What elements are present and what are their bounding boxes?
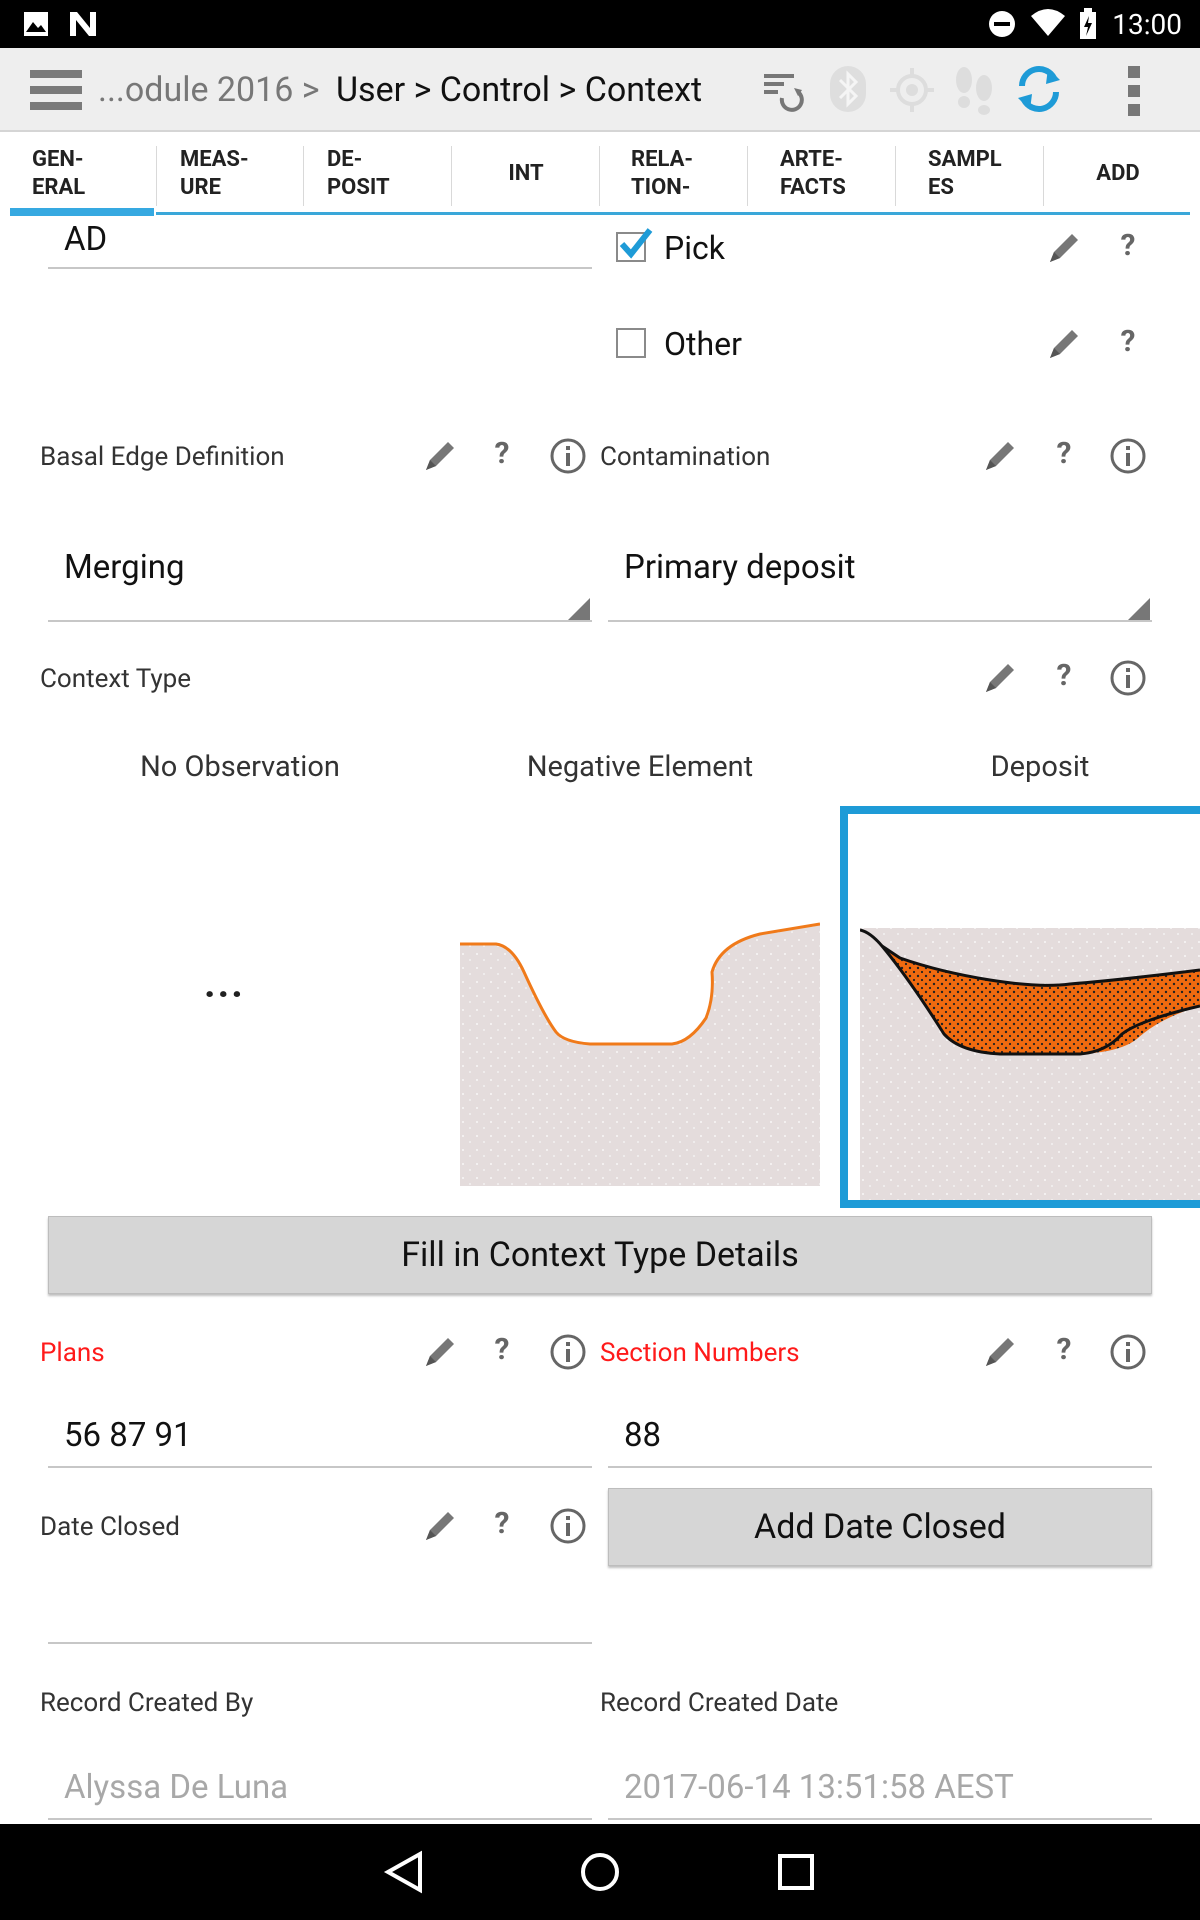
section-numbers-label: Section Numbers bbox=[600, 1338, 800, 1368]
status-bar: 13:00 bbox=[0, 0, 1200, 48]
tab-measure[interactable]: MEAS- URE bbox=[158, 132, 306, 216]
edit-pencil-icon[interactable] bbox=[980, 658, 1020, 698]
fill-context-details-button[interactable]: Fill in Context Type Details bbox=[48, 1216, 1152, 1294]
pick-checkbox[interactable] bbox=[616, 228, 653, 262]
section-numbers-value: 88 bbox=[624, 1416, 662, 1455]
edit-pencil-icon[interactable] bbox=[420, 1332, 460, 1372]
edit-pencil-icon[interactable] bbox=[420, 436, 460, 476]
clock: 13:00 bbox=[1112, 8, 1182, 41]
record-created-by-label: Record Created By bbox=[40, 1688, 254, 1718]
section-numbers-input[interactable]: 88 bbox=[608, 1410, 1152, 1466]
record-created-by-value: Alyssa De Luna bbox=[64, 1768, 289, 1807]
deposit-illustration bbox=[860, 910, 1200, 1200]
tab-int[interactable]: INT bbox=[452, 132, 600, 216]
context-option-label: Negative Element bbox=[526, 750, 754, 784]
home-icon[interactable] bbox=[578, 1850, 622, 1894]
context-option-negative-element[interactable] bbox=[460, 922, 820, 1186]
edit-pencil-icon[interactable] bbox=[980, 436, 1020, 476]
navigation-bar bbox=[0, 1824, 1200, 1920]
help-icon[interactable]: ? bbox=[482, 1332, 522, 1367]
context-option-label: No Observation bbox=[140, 750, 340, 784]
basal-edge-spinner[interactable]: Merging bbox=[48, 540, 592, 620]
contamination-label: Contamination bbox=[600, 442, 771, 472]
help-icon[interactable]: ? bbox=[482, 436, 522, 471]
help-icon[interactable]: ? bbox=[1108, 228, 1148, 263]
active-tab-indicator bbox=[10, 208, 154, 216]
plans-label: Plans bbox=[40, 1338, 105, 1368]
tab-general[interactable]: GEN- ERAL bbox=[10, 132, 158, 216]
breadcrumb-prefix[interactable]: ...odule 2016 > bbox=[98, 70, 320, 110]
battery-icon bbox=[1080, 8, 1096, 39]
record-created-date-label: Record Created Date bbox=[600, 1688, 839, 1718]
top-field-input[interactable] bbox=[48, 220, 592, 270]
help-icon[interactable]: ? bbox=[1044, 658, 1084, 693]
plans-value: 56 87 91 bbox=[64, 1416, 192, 1455]
basal-edge-label: Basal Edge Definition bbox=[40, 442, 285, 472]
context-option-no-observation[interactable]: ... bbox=[40, 810, 420, 1190]
help-icon[interactable]: ? bbox=[482, 1506, 522, 1541]
overflow-menu-icon[interactable] bbox=[1128, 66, 1142, 116]
info-icon[interactable] bbox=[548, 1506, 588, 1546]
help-icon[interactable]: ? bbox=[1108, 324, 1148, 359]
check-icon bbox=[619, 228, 653, 259]
dropdown-arrow-icon bbox=[568, 598, 590, 620]
tab-artefacts[interactable]: ARTE- FACTS bbox=[758, 132, 906, 216]
date-closed-label: Date Closed bbox=[40, 1512, 180, 1542]
tab-add[interactable]: ADD bbox=[1044, 132, 1192, 216]
other-label[interactable]: Other bbox=[664, 325, 742, 363]
action-bar: ...odule 2016 > User > Control > Context bbox=[0, 48, 1200, 132]
context-option-deposit[interactable] bbox=[840, 806, 1200, 1208]
tab-deposit[interactable]: DE- POSIT bbox=[305, 132, 453, 216]
ellipsis-symbol: ... bbox=[204, 960, 245, 1007]
context-option-label: Deposit bbox=[990, 750, 1090, 784]
edit-pencil-icon[interactable] bbox=[980, 1332, 1020, 1372]
plans-input[interactable]: 56 87 91 bbox=[48, 1410, 592, 1466]
record-created-date-value: 2017-06-14 13:51:58 AEST bbox=[624, 1768, 1014, 1807]
help-icon[interactable]: ? bbox=[1044, 436, 1084, 471]
info-icon[interactable] bbox=[1108, 658, 1148, 698]
refresh-icon[interactable] bbox=[1014, 64, 1064, 114]
edit-pencil-icon[interactable] bbox=[420, 1506, 460, 1546]
wifi-icon bbox=[1031, 9, 1065, 36]
other-checkbox[interactable] bbox=[616, 328, 646, 358]
help-icon[interactable]: ? bbox=[1044, 1332, 1084, 1367]
contamination-value: Primary deposit bbox=[624, 548, 856, 587]
tab-relation[interactable]: RELA- TION- bbox=[609, 132, 757, 216]
edit-pencil-icon[interactable] bbox=[1044, 324, 1084, 364]
info-icon[interactable] bbox=[548, 436, 588, 476]
footsteps-icon[interactable] bbox=[952, 62, 996, 116]
tab-underline bbox=[156, 212, 1190, 215]
contamination-spinner[interactable]: Primary deposit bbox=[608, 540, 1152, 620]
tab-bar: GEN- ERAL MEAS- URE DE- POSIT INT RELA- TION… bbox=[0, 132, 1200, 216]
recents-icon[interactable] bbox=[776, 1852, 816, 1892]
breadcrumb: User > Control > Context bbox=[336, 70, 703, 110]
edit-pencil-icon[interactable] bbox=[1044, 228, 1084, 268]
context-type-label: Context Type bbox=[40, 664, 192, 694]
info-icon[interactable] bbox=[548, 1332, 588, 1372]
dropdown-arrow-icon bbox=[1128, 598, 1150, 620]
menu-icon[interactable] bbox=[30, 70, 82, 110]
info-icon[interactable] bbox=[1108, 1332, 1148, 1372]
tab-samples[interactable]: SAMPL ES bbox=[906, 132, 1054, 216]
sync-list-icon[interactable] bbox=[760, 68, 804, 112]
gallery-icon bbox=[24, 12, 48, 36]
gps-icon[interactable] bbox=[890, 68, 934, 112]
pick-label[interactable]: Pick bbox=[664, 229, 725, 267]
info-icon[interactable] bbox=[1108, 436, 1148, 476]
bluetooth-icon[interactable] bbox=[828, 64, 868, 114]
date-closed-input[interactable] bbox=[48, 1588, 592, 1644]
notification-n-icon bbox=[70, 12, 96, 36]
back-icon[interactable] bbox=[382, 1850, 426, 1894]
add-date-closed-button[interactable]: Add Date Closed bbox=[608, 1488, 1152, 1566]
do-not-disturb-icon bbox=[989, 11, 1015, 37]
basal-edge-value: Merging bbox=[64, 548, 185, 587]
